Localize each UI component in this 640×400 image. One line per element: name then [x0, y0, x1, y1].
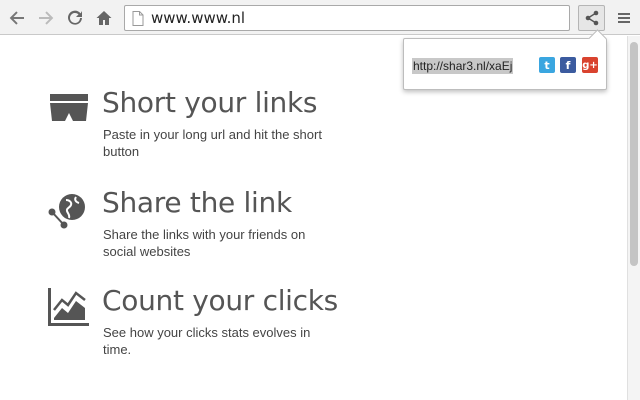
feature-description: See how your clicks stats evolves in tim… [103, 325, 311, 357]
twitter-icon: t [544, 58, 550, 72]
share-popup: http://shar3.nl/xaEj t f g+ [403, 29, 607, 90]
page-icon [132, 11, 144, 26]
scrollbar-thumb[interactable] [630, 42, 638, 266]
arrow-left-icon [9, 11, 24, 25]
twitter-share-button[interactable]: t [539, 57, 555, 73]
facebook-icon: f [565, 58, 571, 72]
share-extension-button[interactable] [578, 5, 605, 31]
url-text: www.www.nl [151, 9, 246, 27]
chart-icon [48, 288, 89, 326]
google-plus-share-button[interactable]: g+ [582, 57, 598, 73]
short-url-text[interactable]: http://shar3.nl/xaEj [412, 58, 514, 74]
feature-title: Short your links [102, 86, 318, 119]
facebook-share-button[interactable]: f [560, 57, 576, 73]
feature-title: Count your clicks [102, 284, 338, 317]
feature-description: Paste in your long url and hit the short… [103, 127, 322, 159]
home-icon [96, 11, 112, 25]
forward-button[interactable] [35, 7, 57, 29]
back-button[interactable] [6, 7, 28, 29]
reload-icon [68, 10, 82, 25]
feature-description: Share the links with your friends on soc… [103, 227, 306, 259]
share-icon [585, 10, 598, 26]
globe-share-icon [48, 194, 85, 229]
address-bar[interactable]: www.www.nl [124, 5, 570, 31]
reload-button[interactable] [64, 7, 86, 29]
google-plus-icon: g+ [582, 59, 598, 71]
home-button[interactable] [93, 7, 115, 29]
shorts-icon [50, 94, 88, 121]
browser-menu-button[interactable] [614, 8, 634, 28]
feature-title: Share the link [102, 186, 292, 219]
hamburger-menu-icon [618, 13, 630, 23]
vertical-scrollbar[interactable] [627, 36, 640, 400]
arrow-right-icon [39, 11, 54, 25]
browser-toolbar: www.www.nl [0, 0, 640, 35]
